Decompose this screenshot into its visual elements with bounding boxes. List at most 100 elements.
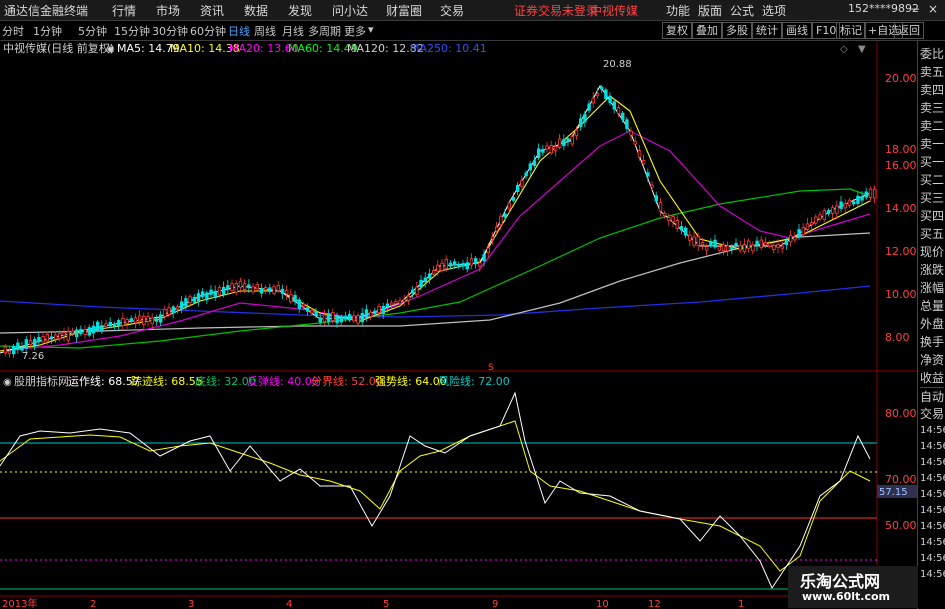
indicator-divide-line: 分界线: 52.00: [311, 374, 383, 388]
candle-body: [692, 236, 696, 246]
tab-5min[interactable]: 5分钟: [78, 23, 107, 39]
candle-body: [726, 245, 730, 252]
candle-body: [343, 316, 348, 319]
chevron-down-icon[interactable]: ▾: [368, 23, 374, 36]
candle-body: [524, 172, 528, 177]
tab-more[interactable]: 更多: [344, 23, 366, 39]
statistics-button[interactable]: 统计: [752, 22, 782, 39]
overlay-button[interactable]: 叠加: [692, 22, 722, 39]
candle-body: [230, 283, 234, 292]
ma20-line: [0, 130, 871, 352]
minimize-icon[interactable]: −: [910, 2, 920, 16]
chevron-down-icon[interactable]: ▼: [858, 44, 866, 55]
menu-wealth[interactable]: 财富圈: [386, 2, 422, 19]
close-icon[interactable]: ×: [928, 2, 938, 16]
candle-body: [562, 139, 566, 147]
panel-label[interactable]: 交易: [920, 405, 944, 422]
candle-body: [3, 346, 7, 354]
candle-body: [810, 222, 814, 226]
candle-body: [238, 280, 243, 288]
menu-news[interactable]: 资讯: [200, 2, 224, 19]
panel-label: 买一: [920, 155, 945, 169]
candle-body: [679, 226, 684, 231]
tab-multi-period[interactable]: 多周期: [308, 23, 341, 39]
candle-body: [448, 262, 453, 267]
menu-ask[interactable]: 问小达: [332, 2, 368, 19]
candle-body: [217, 286, 222, 296]
panel-label: 委比: [920, 47, 945, 61]
tab-monthly[interactable]: 月线: [282, 23, 304, 39]
candle-body: [713, 239, 717, 248]
candle-body: [469, 258, 474, 266]
candle-body: [163, 308, 167, 317]
menu-layout[interactable]: 版面: [698, 2, 722, 19]
indicator-strong-line: 强势线: 64.00: [375, 374, 447, 388]
candle-body: [310, 309, 314, 314]
candle-body: [579, 118, 583, 128]
candle-body: [11, 345, 16, 355]
candle-body: [658, 202, 663, 212]
indicator-track-line: 踪迹线: 68.55: [131, 374, 203, 388]
candle-body: [121, 317, 125, 326]
menu-options[interactable]: 选项: [762, 2, 786, 19]
draw-line-button[interactable]: 画线: [782, 22, 812, 39]
menu-market[interactable]: 市场: [156, 2, 180, 19]
candle-body: [200, 291, 205, 298]
diamond-icon[interactable]: ◇: [840, 44, 848, 55]
candle-body: [831, 207, 835, 214]
candle-body: [398, 300, 402, 305]
tab-30min[interactable]: 30分钟: [152, 23, 188, 39]
gear-icon[interactable]: ◉: [106, 44, 115, 55]
candle-body: [738, 245, 742, 251]
tab-weekly[interactable]: 周线: [254, 23, 276, 39]
panel-label[interactable]: 自动: [920, 387, 945, 405]
candle-body: [221, 286, 226, 295]
candle-body: [108, 321, 112, 327]
top-menu-bar: 通达信金融终端 行情 市场 资讯 数据 发现 问小达 财富圈 交易 证券交易未登…: [0, 0, 945, 21]
candle-body: [793, 236, 797, 241]
candle-body: [272, 286, 276, 294]
candle-body: [75, 329, 79, 338]
candle-body: [444, 258, 448, 269]
candle-body: [112, 323, 117, 327]
tab-15min[interactable]: 15分钟: [114, 23, 150, 39]
candle-body: [360, 313, 364, 323]
candle-body: [604, 89, 608, 99]
menu-trade[interactable]: 交易: [440, 2, 464, 19]
menu-discover[interactable]: 发现: [288, 2, 312, 19]
candle-body: [709, 242, 713, 247]
chart-title: 中视传媒(日线 前复权): [3, 41, 114, 55]
menu-quotes[interactable]: 行情: [112, 2, 136, 19]
candle-body: [314, 310, 318, 316]
menu-function[interactable]: 功能: [666, 2, 690, 19]
candle-body: [213, 290, 217, 299]
candle-body: [158, 314, 163, 323]
candle-body: [755, 240, 759, 247]
menu-data[interactable]: 数据: [244, 2, 268, 19]
candle-body: [549, 145, 553, 154]
panel-label: 涨幅: [920, 281, 945, 295]
tab-intraday[interactable]: 分时: [2, 23, 24, 39]
tab-daily[interactable]: 日线: [228, 23, 250, 39]
adjust-button[interactable]: 复权: [662, 22, 692, 39]
candle-body: [789, 234, 793, 243]
account-number[interactable]: 152****9892: [848, 2, 919, 15]
candle-body: [402, 299, 406, 303]
kline-chart-area[interactable]: 中视传媒(日线 前复权) ◉ MA5: 14.79 MA10: 14.38 MA…: [0, 41, 917, 609]
watermark-title: 乐淘公式网: [800, 572, 881, 591]
ma5-line: [0, 85, 871, 354]
tab-1min[interactable]: 1分钟: [33, 23, 62, 39]
candle-body: [625, 119, 629, 129]
mark-button[interactable]: 标记: [836, 22, 866, 39]
gear-icon[interactable]: ◉: [3, 377, 12, 388]
menu-formula[interactable]: 公式: [730, 2, 754, 19]
candle-body: [125, 319, 129, 324]
multi-stock-button[interactable]: 多股: [722, 22, 752, 39]
candle-body: [389, 302, 394, 306]
time-tick: 12: [648, 599, 661, 609]
tab-60min[interactable]: 60分钟: [190, 23, 226, 39]
back-button[interactable]: 返回: [894, 22, 924, 39]
candle-body: [473, 258, 478, 265]
time-axis: 2013年 2 3 4 5 9 10 12 1: [2, 597, 744, 609]
login-notice[interactable]: 证券交易未登录: [514, 2, 598, 19]
